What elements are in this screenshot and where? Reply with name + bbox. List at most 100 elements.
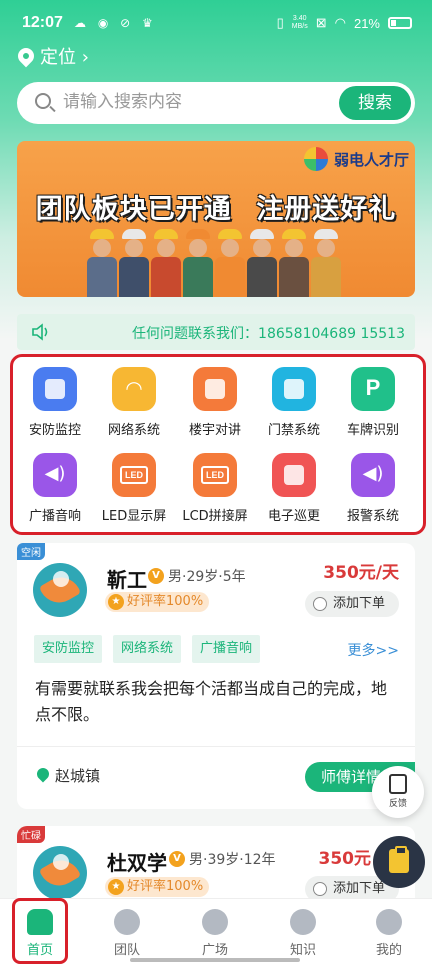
category-label: 网络系统 bbox=[107, 423, 160, 438]
tab-compass[interactable]: 广场 bbox=[180, 899, 250, 964]
skill-tag: 网络系统 bbox=[113, 635, 182, 663]
tab-team[interactable]: 团队 bbox=[92, 899, 162, 964]
workers-illustration bbox=[87, 229, 347, 297]
battery-icon bbox=[388, 17, 412, 29]
category-label: LED显示屏 bbox=[101, 509, 167, 524]
price: 350元/天 bbox=[323, 563, 399, 583]
wifi-status-icon: ◠ bbox=[334, 15, 346, 30]
verified-icon: V bbox=[148, 568, 164, 584]
alarm-speaker-icon: ◀) bbox=[351, 453, 395, 497]
category-label: 车牌识别 bbox=[346, 423, 399, 438]
category-label: 电子巡更 bbox=[267, 509, 320, 524]
status-badge: 空闲 bbox=[17, 543, 45, 560]
location-selector[interactable]: 定位 › bbox=[14, 43, 89, 69]
more-link[interactable]: 更多>> bbox=[348, 640, 399, 660]
access-card-icon bbox=[272, 367, 316, 411]
verified-icon: V bbox=[169, 851, 185, 867]
location-pin-icon bbox=[34, 765, 52, 783]
gesture-bar bbox=[130, 958, 300, 962]
category-item[interactable]: P 车牌识别 bbox=[333, 367, 413, 438]
category-label: 门禁系统 bbox=[267, 423, 320, 438]
tab-label: 广场 bbox=[201, 943, 228, 958]
category-item[interactable]: 门禁系统 bbox=[254, 367, 334, 438]
category-item[interactable]: ◀) 广播音响 bbox=[15, 453, 95, 524]
thumbs-up-icon: ★ bbox=[108, 594, 124, 610]
wifi-icon: ◠ bbox=[112, 367, 156, 411]
skill-tag: 安防监控 bbox=[34, 635, 103, 663]
brand-logo: 弱电人才厅 bbox=[303, 147, 409, 171]
sim-icon: ⊠ bbox=[315, 15, 327, 30]
led-icon: LED bbox=[112, 453, 156, 497]
status-badge: 忙碌 bbox=[17, 826, 45, 843]
promo-banner[interactable]: 弱电人才厅 团队板块已开通 注册送好礼 bbox=[17, 141, 415, 297]
category-label: 广播音响 bbox=[28, 509, 81, 524]
intercom-icon bbox=[193, 367, 237, 411]
hotline-text: 任何问题联系我们：18658104689 15513 bbox=[132, 326, 405, 342]
feedback-icon bbox=[389, 774, 407, 794]
feedback-button[interactable]: 反馈 bbox=[372, 766, 424, 818]
worker-description: 有需要就联系我会把每个活都当成自己的完成，地点不限。 bbox=[35, 679, 388, 724]
hotline-bar[interactable]: 任何问题联系我们：18658104689 15513 bbox=[17, 314, 415, 350]
speaker-icon: ◀) bbox=[33, 453, 77, 497]
status-time: 12:07 bbox=[22, 14, 63, 31]
worker-meta: 男·29岁·5年 bbox=[168, 569, 246, 585]
search-button[interactable]: 搜索 bbox=[339, 86, 411, 120]
category-item[interactable]: 楼宇对讲 bbox=[175, 367, 255, 438]
search-input[interactable] bbox=[63, 92, 333, 112]
clipboard-fab[interactable] bbox=[373, 836, 425, 888]
battery-percent: 21% bbox=[353, 15, 380, 31]
book-icon bbox=[290, 909, 316, 935]
avatar[interactable] bbox=[33, 846, 87, 900]
tab-label: 知识 bbox=[289, 943, 316, 958]
brand-name: 弱电人才厅 bbox=[333, 150, 409, 169]
category-item[interactable]: ◠ 网络系统 bbox=[94, 367, 174, 438]
worker-address: 赵城镇 bbox=[34, 765, 100, 786]
location-pin-icon bbox=[14, 44, 38, 68]
category-item[interactable]: LED LCD拼接屏 bbox=[175, 453, 255, 524]
category-item[interactable]: 电子巡更 bbox=[254, 453, 334, 524]
divider bbox=[17, 746, 415, 747]
category-label: 楼宇对讲 bbox=[188, 423, 241, 438]
category-item[interactable]: ◀) 报警系统 bbox=[333, 453, 413, 524]
category-label: LCD拼接屏 bbox=[182, 509, 248, 524]
thumbs-up-icon: ★ bbox=[108, 879, 124, 895]
status-bar: 12:07 ☁ ◉ ⊘ ♛ ▯ 3.40 MB/s ⊠ ◠ 21% bbox=[0, 0, 432, 48]
radio-icon bbox=[313, 597, 327, 611]
parking-icon: P bbox=[351, 367, 395, 411]
tab-profile[interactable]: 我的 bbox=[354, 899, 424, 964]
rating-badge: ★ 好评率100% bbox=[105, 592, 210, 612]
vibrate-icon: ▯ bbox=[276, 15, 284, 30]
led-icon: LED bbox=[193, 453, 237, 497]
speaker-icon bbox=[32, 323, 48, 341]
category-item[interactable]: LED LED显示屏 bbox=[94, 453, 174, 524]
worker-name: 靳工 bbox=[107, 568, 147, 592]
price: 350元 bbox=[318, 849, 372, 869]
radio-icon bbox=[313, 882, 327, 896]
banner-title: 团队板块已开通 注册送好礼 bbox=[35, 194, 397, 225]
compass-icon bbox=[202, 909, 228, 935]
category-item[interactable]: 安防监控 bbox=[15, 367, 95, 438]
status-right: ▯ 3.40 MB/s ⊠ ◠ 21% bbox=[277, 15, 412, 31]
team-icon bbox=[114, 909, 140, 935]
rating-badge: ★ 好评率100% bbox=[105, 877, 210, 897]
category-label: 安防监控 bbox=[28, 423, 81, 438]
cctv-camera-icon bbox=[33, 367, 77, 411]
tab-book[interactable]: 知识 bbox=[268, 899, 338, 964]
notification-icons: ☁ ◉ ⊘ ♛ bbox=[74, 16, 157, 30]
search-bar: 搜索 bbox=[17, 82, 415, 124]
search-icon bbox=[35, 93, 51, 109]
category-label: 报警系统 bbox=[346, 509, 399, 524]
location-label: 定位 › bbox=[40, 47, 89, 68]
avatar[interactable] bbox=[33, 563, 87, 617]
home-tab-highlight bbox=[12, 898, 68, 964]
network-speed: 3.40 MB/s bbox=[291, 15, 308, 30]
worker-meta: 男·39岁·12年 bbox=[189, 852, 276, 868]
patrol-device-icon bbox=[272, 453, 316, 497]
brand-logo-icon bbox=[303, 147, 328, 171]
worker-card[interactable]: 空闲 靳工 V 男·29岁·5年 ★ 好评率100% 350元/天 添加下单 安… bbox=[17, 543, 415, 809]
tab-label: 团队 bbox=[113, 943, 140, 958]
tab-label: 我的 bbox=[375, 943, 402, 958]
skill-tag: 广播音响 bbox=[192, 635, 261, 663]
clipboard-icon bbox=[389, 846, 409, 873]
add-order-button[interactable]: 添加下单 bbox=[305, 591, 399, 617]
